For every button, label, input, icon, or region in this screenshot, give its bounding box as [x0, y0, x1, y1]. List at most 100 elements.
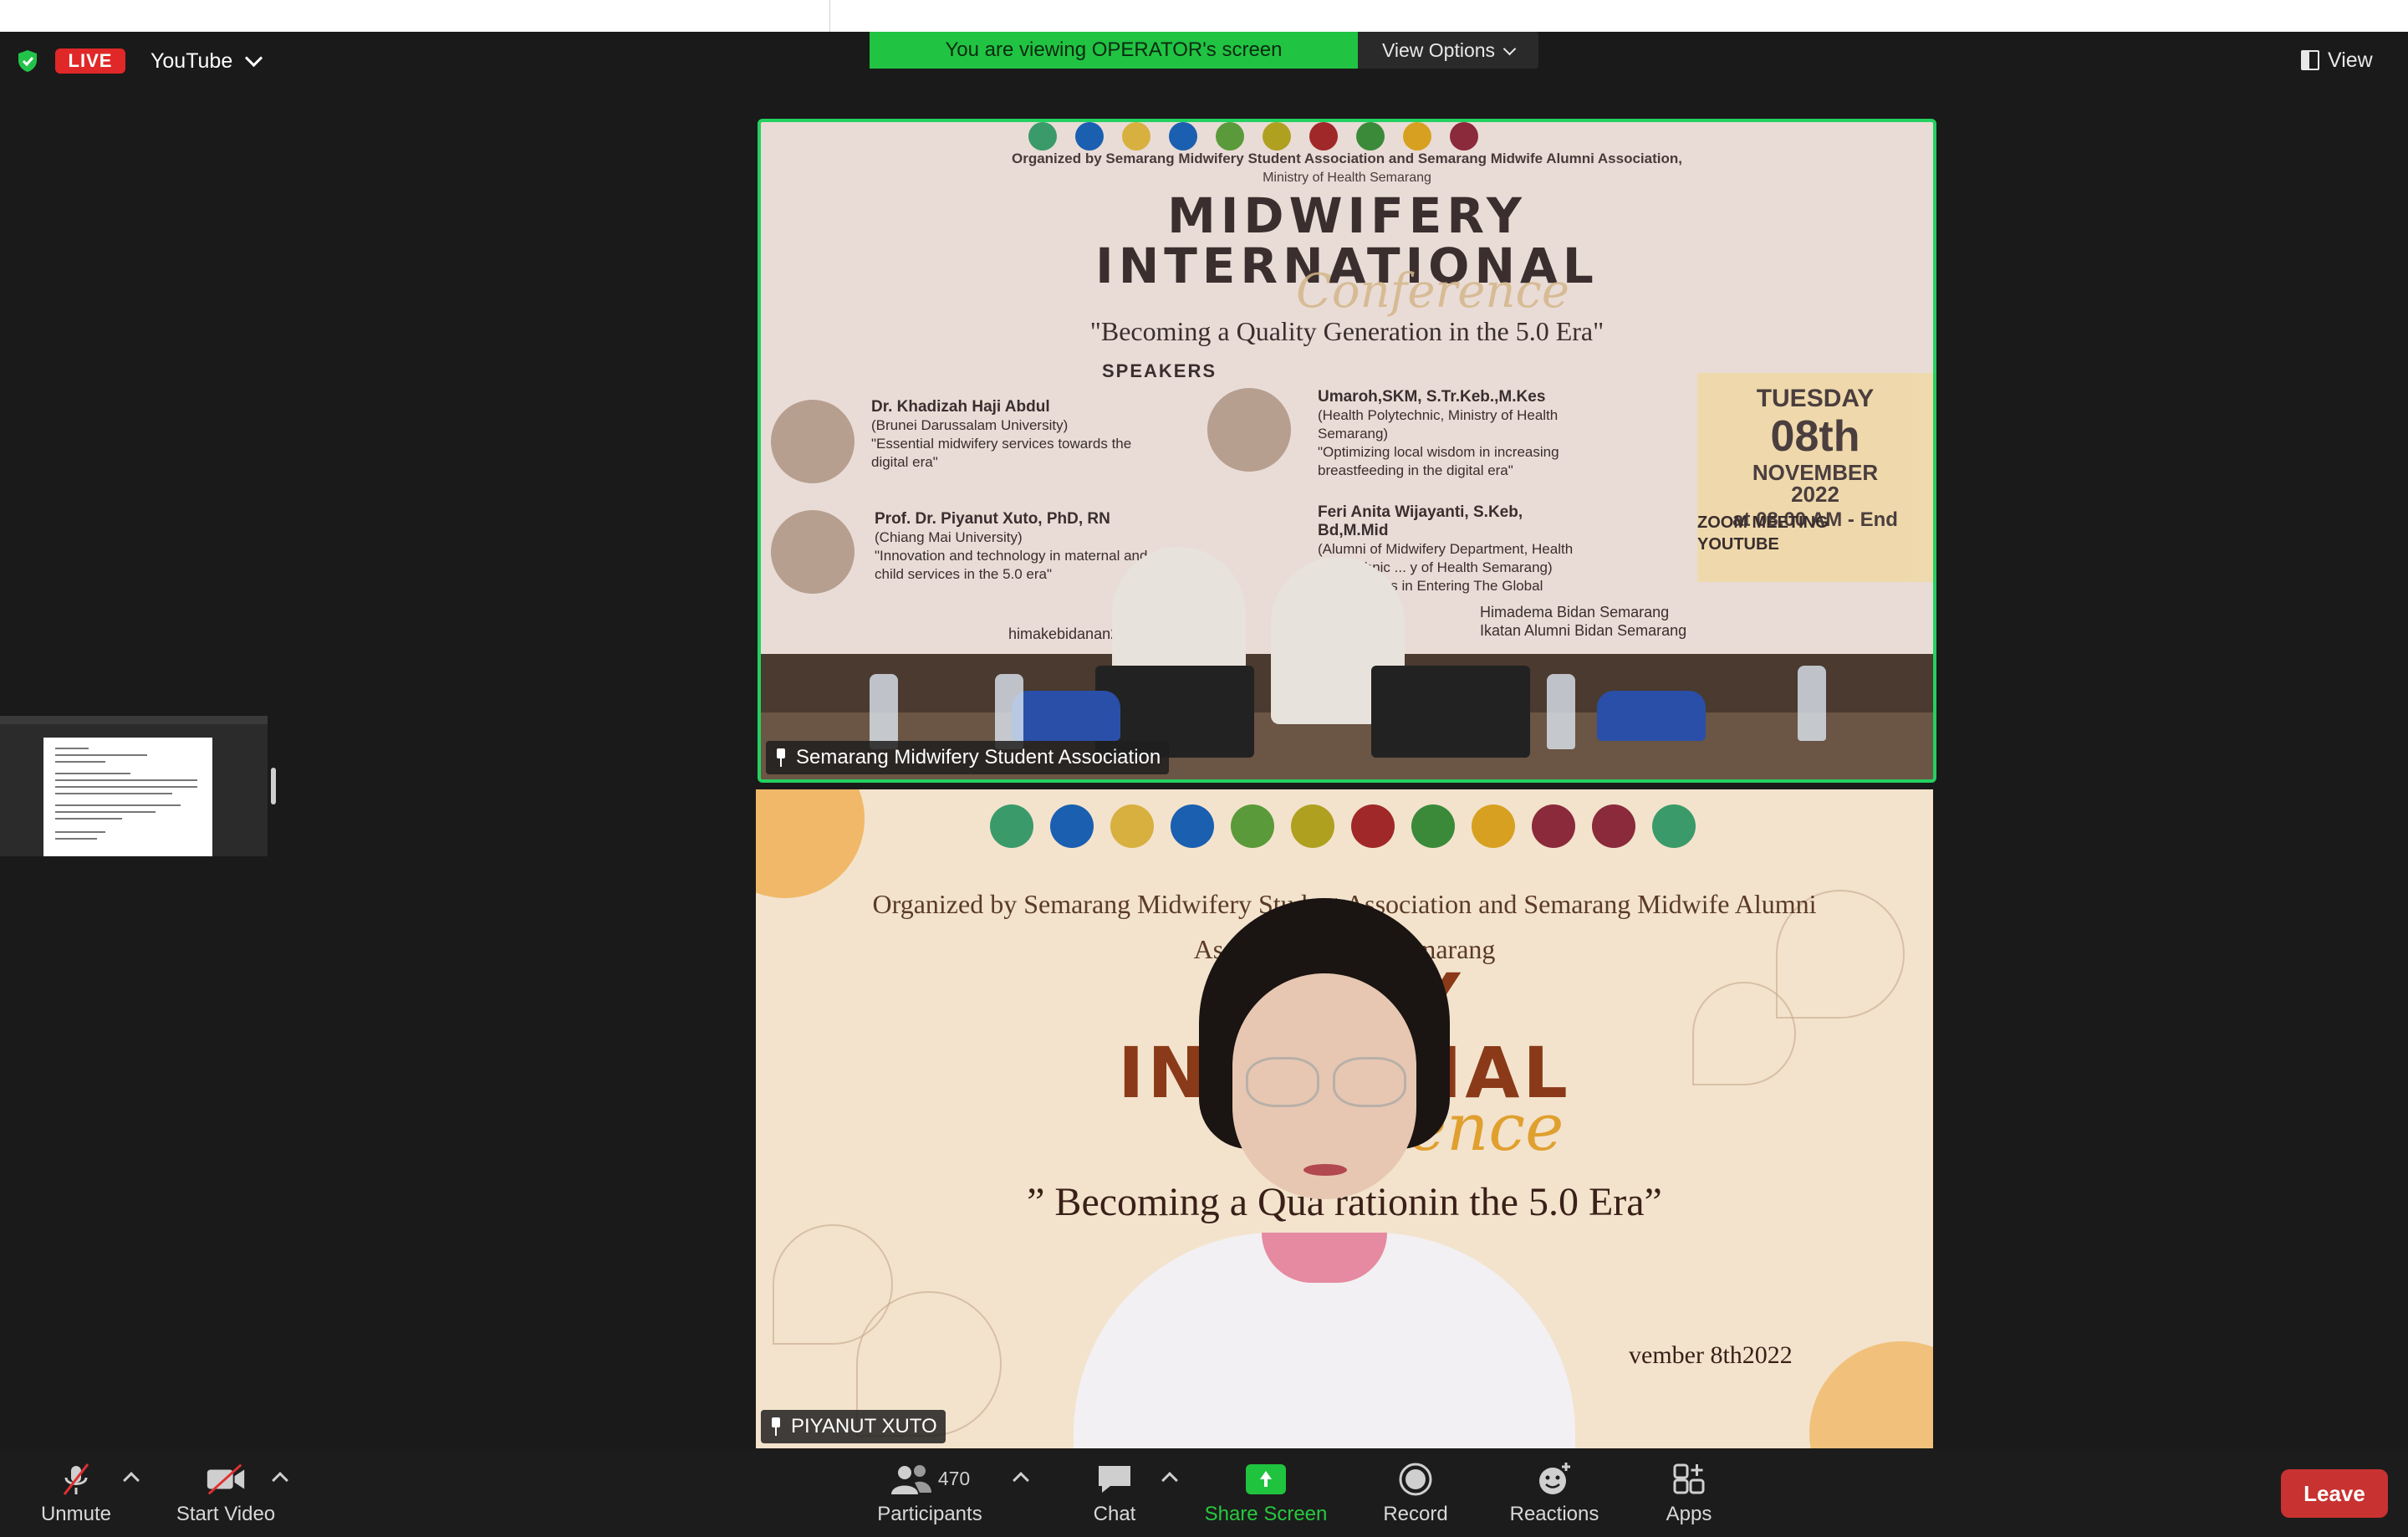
thumbnail-toolbar	[0, 716, 268, 724]
participants-options-caret[interactable]	[1013, 1472, 1029, 1488]
speaker-name: Feri Anita Wijayanti, S.Keb, Bd,M.Mid	[1318, 503, 1523, 539]
security-shield-icon[interactable]	[15, 49, 40, 74]
participant-name: PIYANUT XUTO	[791, 1415, 937, 1437]
laptop	[1371, 666, 1530, 758]
speaker-affiliation: (Chiang Mai University)	[875, 529, 1023, 545]
record-button[interactable]: Record	[1378, 1449, 1453, 1537]
muted-microphone-icon	[54, 1461, 98, 1498]
stream-platform-dropdown[interactable]: YouTube	[140, 43, 270, 79]
view-label: View	[2328, 48, 2373, 72]
video-tile-active-speaker[interactable]: Organized by Semarang Midwifery Student …	[758, 119, 1936, 783]
sponsor-logo	[1050, 804, 1094, 848]
speaker-affiliation: (Brunei Darussalam University)	[871, 417, 1069, 433]
speaker-name: Prof. Dr. Piyanut Xuto, PhD, RN	[875, 510, 1110, 528]
speaker-photo	[771, 400, 855, 483]
sponsor-logo	[1411, 804, 1455, 848]
video-off-icon	[204, 1461, 247, 1498]
sponsor-logos	[1028, 122, 1478, 151]
speaker-photo	[771, 510, 855, 594]
water-bottle	[870, 674, 898, 749]
speaker-topic: "Optimizing local wisdom in increasing b…	[1318, 444, 1559, 478]
view-options-button[interactable]: View Options	[1358, 32, 1538, 69]
chat-button[interactable]: Chat	[1087, 1449, 1142, 1537]
thumbnail-document	[43, 738, 212, 856]
start-video-button[interactable]: Start Video	[171, 1449, 281, 1537]
social-handle: Himadema Bidan Semarang	[1480, 604, 1670, 620]
pin-icon	[769, 1417, 783, 1436]
participants-label: Participants	[877, 1502, 982, 1525]
sponsor-logo	[1110, 804, 1154, 848]
speaker-name: Dr. Khadizah Haji Abdul	[871, 398, 1050, 416]
participant-name: Semarang Midwifery Student Association	[796, 746, 1161, 768]
participants-count: 470	[937, 1468, 971, 1489]
shared-screen-thumbnail[interactable]	[0, 716, 268, 856]
chat-label: Chat	[1093, 1502, 1136, 1525]
record-icon	[1394, 1461, 1437, 1498]
leave-button[interactable]: Leave	[2281, 1469, 2388, 1518]
video-tile-speaker[interactable]: Organized by Semarang Midwifery Student …	[756, 789, 1933, 1448]
sponsor-logo	[1592, 804, 1635, 848]
thumbnail-resize-handle[interactable]	[271, 768, 276, 804]
share-screen-label: Share Screen	[1204, 1502, 1328, 1525]
sponsor-logo	[1122, 122, 1150, 151]
event-year: 2022	[1791, 482, 1839, 507]
record-label: Record	[1383, 1502, 1448, 1525]
sponsor-logo	[1309, 122, 1338, 151]
speaker-card: Dr. Khadizah Haji Abdul (Brunei Darussal…	[871, 398, 1156, 472]
sponsor-logo	[1356, 122, 1385, 151]
event-day: 08th	[1770, 412, 1860, 461]
view-layout-icon	[2301, 50, 2319, 70]
event-weekday: TUESDAY	[1756, 385, 1875, 412]
audio-options-caret[interactable]	[123, 1472, 140, 1488]
conference-title: MIDWIFERY	[1167, 187, 1527, 244]
speaker-topic: "Essential midwifery services towards th…	[871, 436, 1132, 470]
sponsor-logo	[1652, 804, 1696, 848]
sponsor-logo	[1472, 804, 1515, 848]
meeting-toolbar: Unmute Start Video 470 Participants Chat…	[0, 1449, 2408, 1537]
apps-label: Apps	[1666, 1502, 1712, 1525]
apps-icon	[1667, 1461, 1711, 1498]
top-system-strip	[0, 0, 2408, 32]
decorative-circle	[1809, 1341, 1933, 1448]
sponsor-logo	[1169, 122, 1197, 151]
chair	[1012, 691, 1120, 741]
stream-platform-label: YouTube	[150, 49, 233, 73]
water-bottle	[1547, 674, 1575, 749]
speaker-topic: "Innovation and technology in maternal a…	[875, 548, 1148, 582]
chevron-down-icon	[1502, 42, 1517, 55]
live-badge: LIVE	[55, 49, 125, 74]
participants-icon-row: 470	[884, 1461, 976, 1498]
sponsor-logo	[1291, 804, 1334, 848]
conference-script-title: Conference	[1296, 264, 1569, 319]
chat-bubble-icon	[1093, 1461, 1136, 1498]
view-options-label: View Options	[1381, 38, 1496, 61]
chair	[1597, 691, 1706, 741]
speaker-card: Prof. Dr. Piyanut Xuto, PhD, RN (Chiang …	[875, 510, 1159, 584]
unmute-button[interactable]: Unmute	[37, 1449, 115, 1537]
sponsor-logo	[1351, 804, 1395, 848]
participants-icon	[890, 1464, 931, 1494]
apps-button[interactable]: Apps	[1661, 1449, 1717, 1537]
sponsor-logo	[1532, 804, 1575, 848]
speaker-photo	[1207, 388, 1291, 472]
sponsor-logo	[1216, 122, 1244, 151]
sponsor-logo	[1028, 122, 1057, 151]
share-screen-icon	[1244, 1461, 1288, 1498]
speaker-shirt	[1074, 1233, 1575, 1448]
sponsor-logos	[990, 804, 1696, 848]
conference-theme: "Becoming a Quality Generation in the 5.…	[1089, 316, 1604, 346]
chevron-down-icon	[245, 49, 263, 67]
chat-options-caret[interactable]	[1161, 1472, 1178, 1488]
viewing-screen-banner: You are viewing OPERATOR's screen	[870, 32, 1358, 69]
speaker-glasses	[1246, 1057, 1406, 1107]
share-screen-button[interactable]: Share Screen	[1201, 1449, 1331, 1537]
speaker-name: Umaroh,SKM, S.Tr.Keb.,M.Kes	[1318, 388, 1546, 406]
event-date: vember 8th2022	[1629, 1341, 1793, 1369]
organizer-line: Ministry of Health Semarang	[1263, 171, 1431, 185]
view-button[interactable]: View	[2301, 43, 2373, 77]
reactions-smiley-icon	[1533, 1461, 1576, 1498]
reactions-button[interactable]: Reactions	[1505, 1449, 1604, 1537]
participants-button[interactable]: 470 Participants	[873, 1449, 987, 1537]
social-handle: Ikatan Alumni Bidan Semarang	[1480, 622, 1687, 639]
youtube-label: YOUTUBE	[1697, 535, 1779, 554]
